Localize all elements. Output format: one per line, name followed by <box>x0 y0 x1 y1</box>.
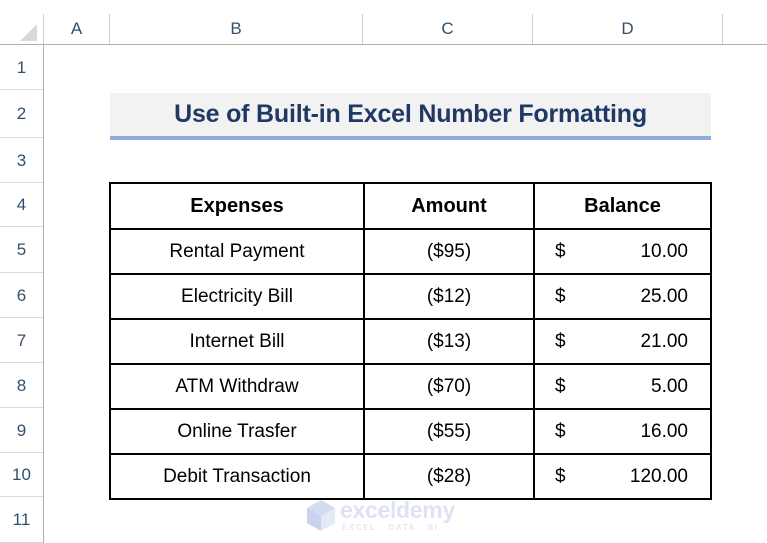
column-header-strip: A B C D <box>0 14 767 45</box>
column-header-a[interactable]: A <box>44 14 110 44</box>
balance-value: 16.00 <box>640 420 688 442</box>
balance-value: 25.00 <box>640 285 688 307</box>
balance-value: 21.00 <box>640 330 688 352</box>
cell-expense[interactable]: Rental Payment <box>109 228 365 275</box>
cell-balance[interactable]: $ 120.00 <box>533 453 712 500</box>
column-header-balance[interactable]: Balance <box>533 182 712 230</box>
column-header-c[interactable]: C <box>363 14 533 44</box>
cell-amount[interactable]: ($70) <box>363 363 535 410</box>
column-header-d[interactable]: D <box>533 14 723 44</box>
row-header-10[interactable]: 10 <box>0 453 43 497</box>
currency-symbol: $ <box>555 420 566 442</box>
table-header-row: Expenses Amount Balance <box>109 182 712 230</box>
cell-amount[interactable]: ($13) <box>363 318 535 365</box>
row-header-2[interactable]: 2 <box>0 90 43 138</box>
expenses-table: Expenses Amount Balance Rental Payment (… <box>109 182 712 500</box>
cell-amount[interactable]: ($28) <box>363 453 535 500</box>
cell-balance[interactable]: $ 21.00 <box>533 318 712 365</box>
table-row: Internet Bill ($13) $ 21.00 <box>109 318 712 365</box>
row-header-1[interactable]: 1 <box>0 45 43 90</box>
balance-value: 5.00 <box>651 375 688 397</box>
column-header-amount[interactable]: Amount <box>363 182 535 230</box>
row-header-11[interactable]: 11 <box>0 497 43 543</box>
cell-expense[interactable]: Electricity Bill <box>109 273 365 320</box>
column-header-b[interactable]: B <box>110 14 363 44</box>
balance-value: 120.00 <box>629 465 688 487</box>
select-all-triangle-icon <box>20 24 37 41</box>
cell-balance[interactable]: $ 5.00 <box>533 363 712 410</box>
row-header-strip: 1 2 3 4 5 6 7 8 9 10 11 <box>0 45 44 543</box>
cell-amount[interactable]: ($95) <box>363 228 535 275</box>
row-header-6[interactable]: 6 <box>0 273 43 318</box>
title-cell[interactable]: Use of Built-in Excel Number Formatting <box>110 93 711 140</box>
cell-expense[interactable]: Internet Bill <box>109 318 365 365</box>
table-row: Debit Transaction ($28) $ 120.00 <box>109 453 712 500</box>
row-header-8[interactable]: 8 <box>0 363 43 408</box>
cell-balance[interactable]: $ 10.00 <box>533 228 712 275</box>
row-header-5[interactable]: 5 <box>0 227 43 273</box>
row-header-9[interactable]: 9 <box>0 408 43 453</box>
row-header-7[interactable]: 7 <box>0 318 43 363</box>
table-row: Electricity Bill ($12) $ 25.00 <box>109 273 712 320</box>
cell-expense[interactable]: ATM Withdraw <box>109 363 365 410</box>
table-row: Rental Payment ($95) $ 10.00 <box>109 228 712 275</box>
cell-amount[interactable]: ($12) <box>363 273 535 320</box>
page-title: Use of Built-in Excel Number Formatting <box>174 100 647 128</box>
cell-expense[interactable]: Debit Transaction <box>109 453 365 500</box>
column-header-expenses[interactable]: Expenses <box>109 182 365 230</box>
cell-amount[interactable]: ($55) <box>363 408 535 455</box>
currency-symbol: $ <box>555 285 566 307</box>
table-row: Online Trasfer ($55) $ 16.00 <box>109 408 712 455</box>
row-header-4[interactable]: 4 <box>0 183 43 227</box>
balance-value: 10.00 <box>640 240 688 262</box>
currency-symbol: $ <box>555 375 566 397</box>
currency-symbol: $ <box>555 240 566 262</box>
select-all-button[interactable] <box>0 14 44 44</box>
currency-symbol: $ <box>555 465 566 487</box>
cell-expense[interactable]: Online Trasfer <box>109 408 365 455</box>
cell-balance[interactable]: $ 25.00 <box>533 273 712 320</box>
row-header-3[interactable]: 3 <box>0 138 43 183</box>
table-row: ATM Withdraw ($70) $ 5.00 <box>109 363 712 410</box>
excel-worksheet: A B C D 1 2 3 4 5 6 7 8 9 10 11 Use of B… <box>0 0 767 543</box>
cell-balance[interactable]: $ 16.00 <box>533 408 712 455</box>
currency-symbol: $ <box>555 330 566 352</box>
column-header-e[interactable] <box>723 14 767 44</box>
